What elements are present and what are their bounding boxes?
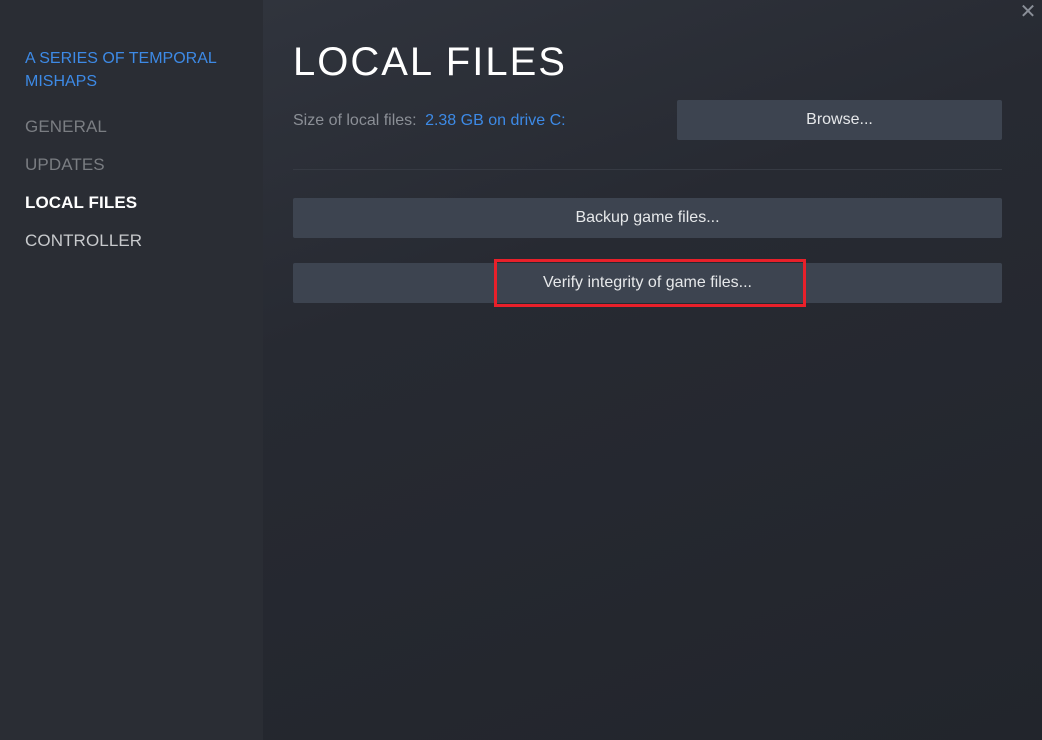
size-label: Size of local files: [293,112,417,129]
sidebar-item-updates[interactable]: UPDATES [25,155,263,175]
sidebar-item-local-files[interactable]: LOCAL FILES [25,193,263,213]
close-icon[interactable]: ✕ [1018,2,1038,22]
sidebar-item-general[interactable]: GENERAL [25,117,263,137]
size-value-link[interactable]: 2.38 GB on drive C: [425,112,566,129]
backup-game-files-button[interactable]: Backup game files... [293,198,1002,238]
verify-integrity-button[interactable]: Verify integrity of game files... [293,263,1002,303]
main-panel: ✕ LOCAL FILES Size of local files: 2.38 … [263,0,1042,740]
properties-window: A SERIES OF TEMPORAL MISHAPS GENERAL UPD… [0,0,1042,740]
divider [293,169,1002,170]
browse-button[interactable]: Browse... [677,100,1002,140]
sidebar: A SERIES OF TEMPORAL MISHAPS GENERAL UPD… [0,0,263,740]
page-title: LOCAL FILES [293,40,567,84]
sidebar-item-controller[interactable]: CONTROLLER [25,231,263,251]
game-title: A SERIES OF TEMPORAL MISHAPS [25,50,217,90]
local-files-size-row: Size of local files: 2.38 GB on drive C: [293,111,566,131]
